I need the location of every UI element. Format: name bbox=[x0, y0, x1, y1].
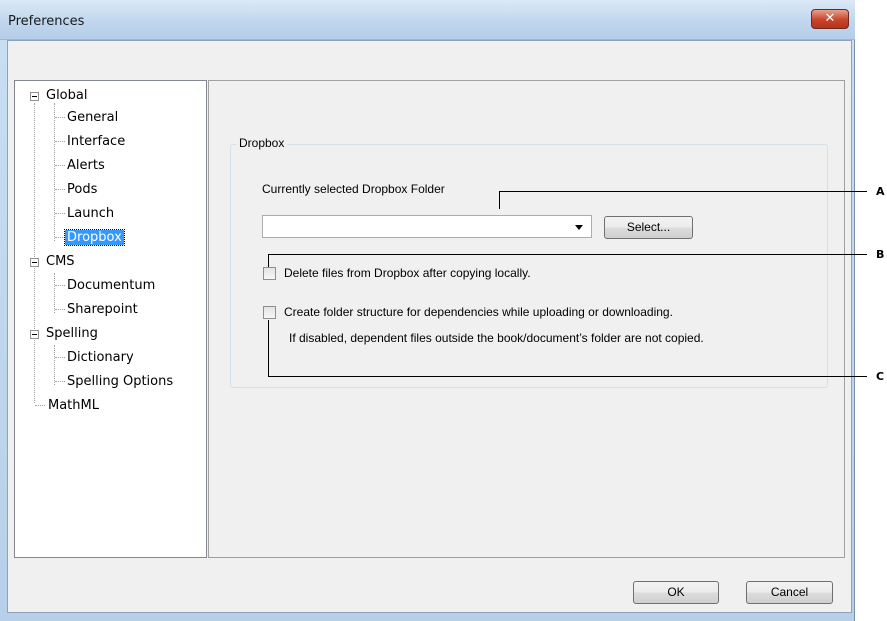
tree-connector bbox=[55, 165, 65, 166]
tree-item-label: Sharepoint bbox=[67, 302, 138, 317]
tree-item-label: Spelling Options bbox=[67, 374, 174, 389]
tree-connector bbox=[55, 117, 65, 118]
callout-a-leader bbox=[499, 191, 500, 209]
tree-connector bbox=[55, 285, 65, 286]
collapse-icon[interactable] bbox=[30, 330, 39, 339]
tree-item-spelling-options[interactable]: Spelling Options bbox=[65, 372, 175, 392]
tree-item-cms[interactable]: CMS bbox=[29, 252, 77, 272]
tree-item-label: Alerts bbox=[67, 158, 105, 173]
create-folder-structure-checkbox[interactable] bbox=[263, 306, 276, 319]
tree-connector bbox=[54, 273, 55, 313]
callout-b-label: B bbox=[876, 248, 885, 261]
tree-item-label: Pods bbox=[67, 182, 98, 197]
tree-connector bbox=[55, 141, 65, 142]
tree-item-launch[interactable]: Launch bbox=[65, 204, 116, 224]
tree-item-label: MathML bbox=[48, 398, 99, 413]
tree-connector bbox=[55, 381, 65, 382]
dropbox-group-title: Dropbox bbox=[236, 136, 288, 150]
tree-connector bbox=[55, 357, 65, 358]
tree-item-label: CMS bbox=[46, 254, 75, 269]
delete-files-label[interactable]: Delete files from Dropbox after copying … bbox=[284, 266, 531, 280]
delete-files-checkbox[interactable] bbox=[263, 267, 276, 280]
callout-b-leader bbox=[268, 254, 269, 267]
callout-a-label: A bbox=[876, 185, 885, 198]
tree-item-label: Global bbox=[46, 88, 88, 103]
tree-connector bbox=[55, 309, 65, 310]
callout-c-label: C bbox=[876, 370, 885, 383]
callout-a-leader bbox=[499, 191, 867, 192]
callout-c-leader bbox=[268, 376, 867, 377]
close-button[interactable]: ✕ bbox=[811, 9, 849, 29]
tree-item-label: Dropbox bbox=[64, 229, 125, 246]
dropdown-arrow-icon[interactable] bbox=[575, 225, 583, 230]
tree-connector bbox=[54, 345, 55, 385]
create-folder-structure-label[interactable]: Create folder structure for dependencies… bbox=[284, 305, 673, 319]
close-icon: ✕ bbox=[824, 11, 836, 26]
callout-b-leader bbox=[268, 254, 867, 255]
callout-c-leader bbox=[268, 320, 269, 377]
tree-item-general[interactable]: General bbox=[65, 108, 120, 128]
collapse-icon[interactable] bbox=[30, 92, 39, 101]
tree-connector bbox=[55, 237, 65, 238]
window-title: Preferences bbox=[8, 14, 85, 29]
dropbox-folder-combobox[interactable] bbox=[262, 215, 592, 238]
tree-item-documentum[interactable]: Documentum bbox=[65, 276, 157, 296]
tree-connector bbox=[55, 213, 65, 214]
tree-item-spelling[interactable]: Spelling bbox=[29, 324, 100, 344]
tree-item-pods[interactable]: Pods bbox=[65, 180, 99, 200]
tree-connector bbox=[35, 405, 45, 406]
cancel-button[interactable]: Cancel bbox=[746, 581, 833, 604]
tree-item-dropbox[interactable]: Dropbox bbox=[64, 228, 125, 248]
tree-item-label: Interface bbox=[67, 134, 126, 149]
tree-item-label: Spelling bbox=[46, 326, 98, 341]
tree-item-sharepoint[interactable]: Sharepoint bbox=[65, 300, 140, 320]
tree-connector bbox=[55, 189, 65, 190]
tree-item-label: Documentum bbox=[67, 278, 156, 293]
tree-item-label: Launch bbox=[67, 206, 115, 221]
tree-item-dictionary[interactable]: Dictionary bbox=[65, 348, 136, 368]
tree-connector bbox=[54, 103, 55, 241]
dropbox-folder-label: Currently selected Dropbox Folder bbox=[262, 182, 445, 196]
collapse-icon[interactable] bbox=[30, 258, 39, 267]
tree-item-global[interactable]: Global bbox=[29, 86, 89, 106]
title-bar[interactable]: Preferences ✕ bbox=[0, 0, 855, 40]
ok-button[interactable]: OK bbox=[633, 581, 719, 604]
tree-item-label: General bbox=[67, 110, 119, 125]
folder-structure-note: If disabled, dependent files outside the… bbox=[289, 331, 704, 345]
preferences-tree[interactable]: Global General Interface Alerts Pods Lau… bbox=[14, 80, 207, 558]
tree-item-alerts[interactable]: Alerts bbox=[65, 156, 107, 176]
tree-item-mathml[interactable]: MathML bbox=[46, 396, 101, 416]
select-folder-button[interactable]: Select... bbox=[604, 216, 693, 239]
tree-item-interface[interactable]: Interface bbox=[65, 132, 127, 152]
tree-item-label: Dictionary bbox=[67, 350, 134, 365]
